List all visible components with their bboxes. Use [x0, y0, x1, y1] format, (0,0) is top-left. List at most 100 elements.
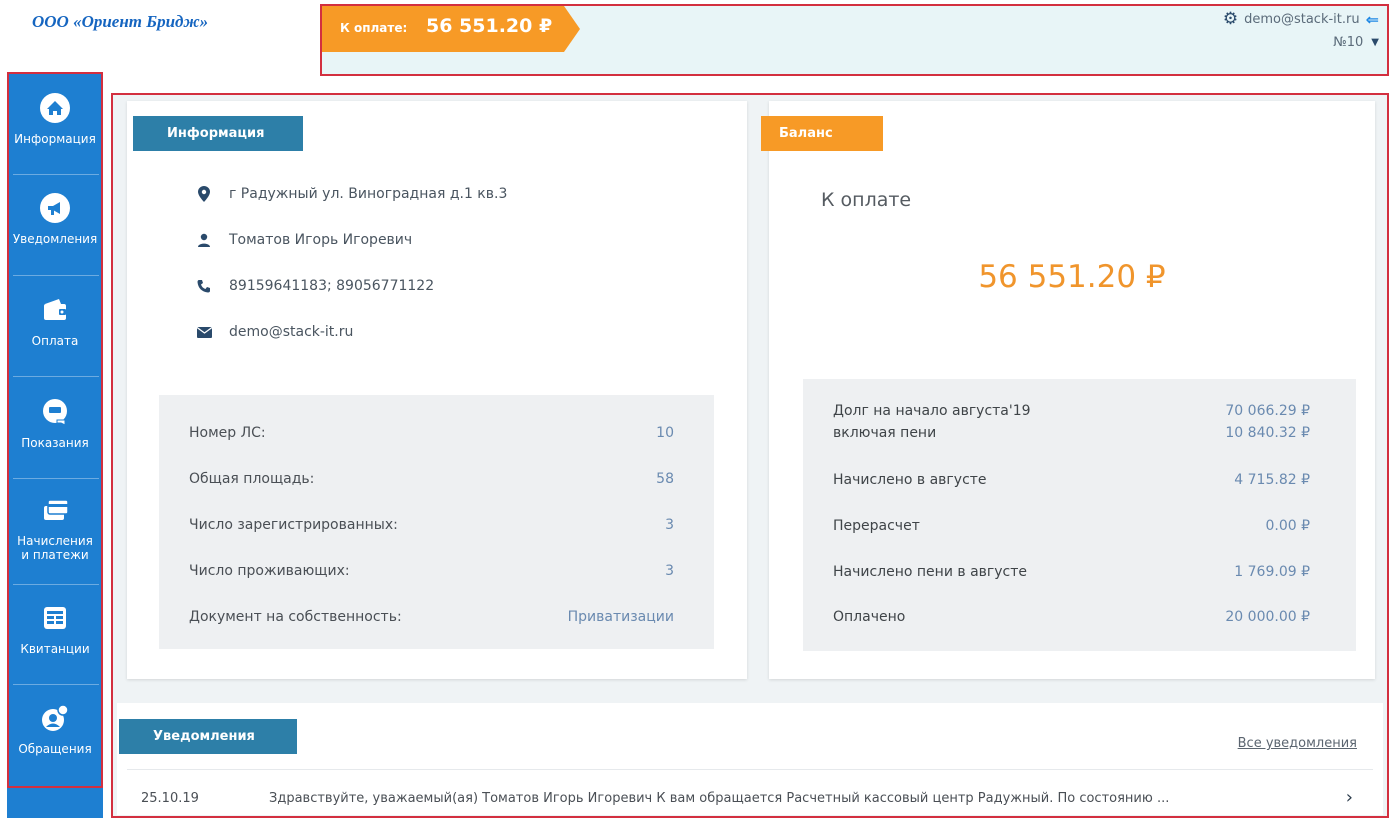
balance-value: 4 715.82 ₽: [1234, 472, 1310, 488]
sidebar-item-label: Показания: [21, 436, 89, 450]
notification-text: Здравствуйте, уважаемый(ая) Томатов Игор…: [269, 791, 1170, 806]
penalty-included-label: включая пени: [833, 425, 937, 441]
sidebar-item-label: Оплата: [31, 334, 79, 348]
balance-value: 0.00 ₽: [1265, 518, 1310, 534]
sidebar-item-label-line1: Начисления: [17, 534, 93, 548]
detail-label: Число проживающих:: [189, 563, 350, 579]
user-email[interactable]: demo@stack-it.ru: [1244, 12, 1360, 27]
detail-label: Номер ЛС:: [189, 425, 266, 441]
envelope-icon: [195, 326, 213, 338]
wallet-icon: [39, 294, 71, 326]
detail-label: Общая площадь:: [189, 471, 315, 487]
email-text: demo@stack-it.ru: [229, 324, 354, 340]
phone-text: 89159641183; 89056771122: [229, 278, 435, 294]
sidebar-item-notifications[interactable]: Уведомления: [9, 192, 101, 246]
penalty-included-value: 10 840.32 ₽: [1225, 425, 1310, 441]
address-text: г Радужный ул. Виноградная д.1 кв.3: [229, 186, 508, 202]
owner-row: Томатов Игорь Игоревич: [195, 232, 412, 248]
detail-label: Число зарегистрированных:: [189, 517, 398, 533]
account-number: №10: [1333, 35, 1364, 50]
sidebar: Информация Уведомления Оплата Показания …: [7, 72, 103, 818]
support-icon: [39, 702, 71, 734]
balance-row: Оплачено 20 000.00 ₽: [833, 609, 1310, 625]
location-pin-icon: [195, 186, 213, 202]
notifications-card: Уведомления Все уведомления 25.10.19 Здр…: [117, 703, 1383, 815]
detail-label: Документ на собственность:: [189, 609, 402, 625]
detail-row: Номер ЛС: 10: [189, 425, 674, 441]
notifications-divider: [127, 769, 1373, 770]
debt-value: 70 066.29 ₽: [1225, 403, 1310, 419]
logout-icon[interactable]: ⇐: [1366, 10, 1379, 29]
info-card: Информация г Радужный ул. Виноградная д.…: [127, 101, 747, 679]
notifications-title: Уведомления: [119, 719, 297, 754]
person-icon: [195, 233, 213, 247]
owner-name: Томатов Игорь Игоревич: [229, 232, 413, 248]
balance-label: Перерасчет: [833, 518, 920, 534]
detail-row: Число зарегистрированных: 3: [189, 517, 674, 533]
balance-row: Перерасчет 0.00 ₽: [833, 518, 1310, 534]
to-pay-total: 56 551.20 ₽: [978, 259, 1166, 295]
balance-row: Долг на начало августа'19 70 066.29 ₽: [833, 403, 1310, 419]
balance-card: Баланс К оплате 56 551.20 ₽ Долг на нача…: [761, 101, 1375, 679]
main-content: Информация г Радужный ул. Виноградная д.…: [111, 93, 1389, 818]
detail-row: Число проживающих: 3: [189, 563, 674, 579]
account-details: Номер ЛС: 10 Общая площадь: 58 Число зар…: [159, 395, 714, 649]
megaphone-icon: [39, 192, 71, 224]
sidebar-divider: [13, 275, 99, 276]
all-notifications-link[interactable]: Все уведомления: [1238, 736, 1357, 751]
sidebar-item-label: Информация: [14, 132, 96, 146]
sidebar-item-label: Обращения: [18, 742, 92, 756]
top-bar: К оплате: 56 551.20 ₽ ⚙ demo@stack-it.ru…: [320, 4, 1389, 76]
chevron-down-icon: ▼: [1371, 37, 1379, 48]
balance-value: 1 769.09 ₽: [1234, 564, 1310, 580]
sidebar-item-readings[interactable]: Показания: [9, 396, 101, 450]
balance-row: Начислено в августе 4 715.82 ₽: [833, 472, 1310, 488]
receipt-icon: [39, 602, 71, 634]
to-pay-heading: К оплате: [821, 189, 912, 211]
balance-details: Долг на начало августа'19 70 066.29 ₽ вк…: [803, 379, 1356, 651]
info-title: Информация: [133, 116, 303, 151]
balance-row: включая пени 10 840.32 ₽: [833, 425, 1310, 441]
address-row: г Радужный ул. Виноградная д.1 кв.3: [195, 186, 507, 202]
notification-date: 25.10.19: [141, 791, 199, 806]
sidebar-divider: [13, 174, 99, 175]
detail-row: Документ на собственность: Приватизации: [189, 609, 674, 625]
balance-row: Начислено пени в августе 1 769.09 ₽: [833, 564, 1310, 580]
sidebar-item-label-line2: и платежи: [21, 548, 89, 562]
detail-value: 58: [656, 471, 674, 487]
ownership-document-link[interactable]: Приватизации: [568, 609, 674, 625]
balance-label: Начислено пени в августе: [833, 564, 1028, 580]
debt-label: Долг на начало августа'19: [833, 403, 1031, 419]
account-selector[interactable]: №10 ▼: [1223, 35, 1379, 50]
sidebar-divider: [13, 684, 99, 685]
sidebar-divider: [13, 584, 99, 585]
phone-row: 89159641183; 89056771122: [195, 278, 434, 294]
sidebar-item-label: Квитанции: [20, 642, 90, 656]
sidebar-item-info[interactable]: Информация: [9, 92, 101, 146]
to-pay-banner[interactable]: К оплате: 56 551.20 ₽: [322, 6, 580, 52]
meter-icon: [39, 396, 71, 428]
detail-value: 10: [656, 425, 674, 441]
detail-value: 3: [665, 517, 674, 533]
balance-label: Оплачено: [833, 609, 906, 625]
sidebar-item-payment[interactable]: Оплата: [9, 294, 101, 348]
email-row: demo@stack-it.ru: [195, 324, 353, 340]
sidebar-frame: Информация Уведомления Оплата Показания …: [7, 72, 103, 788]
card-icon: [39, 494, 71, 526]
to-pay-amount: 56 551.20 ₽: [426, 15, 553, 37]
sidebar-divider: [13, 478, 99, 479]
detail-row: Общая площадь: 58: [189, 471, 674, 487]
user-area: ⚙ demo@stack-it.ru ⇐ №10 ▼: [1223, 10, 1379, 50]
company-name: ООО «Ориент Бридж»: [32, 12, 209, 31]
app-root: ООО «Ориент Бридж» К оплате: 56 551.20 ₽…: [0, 0, 1396, 818]
gear-icon[interactable]: ⚙: [1223, 11, 1238, 28]
balance-value: 20 000.00 ₽: [1225, 609, 1310, 625]
sidebar-item-charges[interactable]: Начисления и платежи: [9, 494, 101, 562]
sidebar-item-receipts[interactable]: Квитанции: [9, 602, 101, 656]
balance-title: Баланс: [761, 116, 883, 151]
balance-label: Начислено в августе: [833, 472, 987, 488]
sidebar-item-requests[interactable]: Обращения: [9, 702, 101, 756]
chevron-right-icon[interactable]: ›: [1346, 787, 1353, 808]
home-icon: [39, 92, 71, 124]
phone-icon: [195, 279, 213, 293]
